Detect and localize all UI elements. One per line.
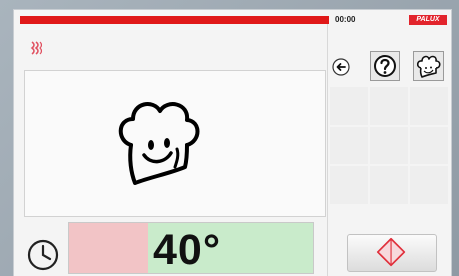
device-frame: 00:00 PALUX 40° <box>0 0 459 276</box>
program-grid <box>330 87 448 204</box>
actual-temperature-zone <box>69 223 148 273</box>
brand-logo: PALUX <box>409 15 447 25</box>
chef-hat-icon <box>416 55 441 78</box>
question-mark-icon <box>374 55 396 77</box>
clock-icon[interactable] <box>26 238 60 272</box>
start-diamond-icon <box>376 237 406 267</box>
temperature-value: 40° <box>153 226 222 274</box>
program-slot[interactable] <box>370 166 408 204</box>
steam-icon <box>30 41 42 55</box>
temperature-bar[interactable]: 40° <box>68 222 314 274</box>
back-arrow-icon[interactable] <box>332 58 350 76</box>
help-button[interactable] <box>370 51 400 81</box>
program-slot[interactable] <box>410 87 448 125</box>
program-slot[interactable] <box>370 87 408 125</box>
clock-time: 00:00 <box>335 15 356 24</box>
program-slot[interactable] <box>330 87 368 125</box>
oven-screen: 00:00 PALUX 40° <box>14 10 451 276</box>
panel-divider <box>327 24 328 276</box>
program-display[interactable] <box>24 70 326 217</box>
status-progress-bar <box>20 16 329 24</box>
program-slot[interactable] <box>370 126 408 165</box>
program-slot[interactable] <box>410 126 448 165</box>
start-button[interactable] <box>347 234 437 272</box>
chef-hat-smiley-icon <box>118 102 200 185</box>
program-slot[interactable] <box>410 166 448 204</box>
program-slot[interactable] <box>330 126 368 165</box>
program-slot[interactable] <box>330 166 368 204</box>
chef-program-button[interactable] <box>413 51 444 81</box>
